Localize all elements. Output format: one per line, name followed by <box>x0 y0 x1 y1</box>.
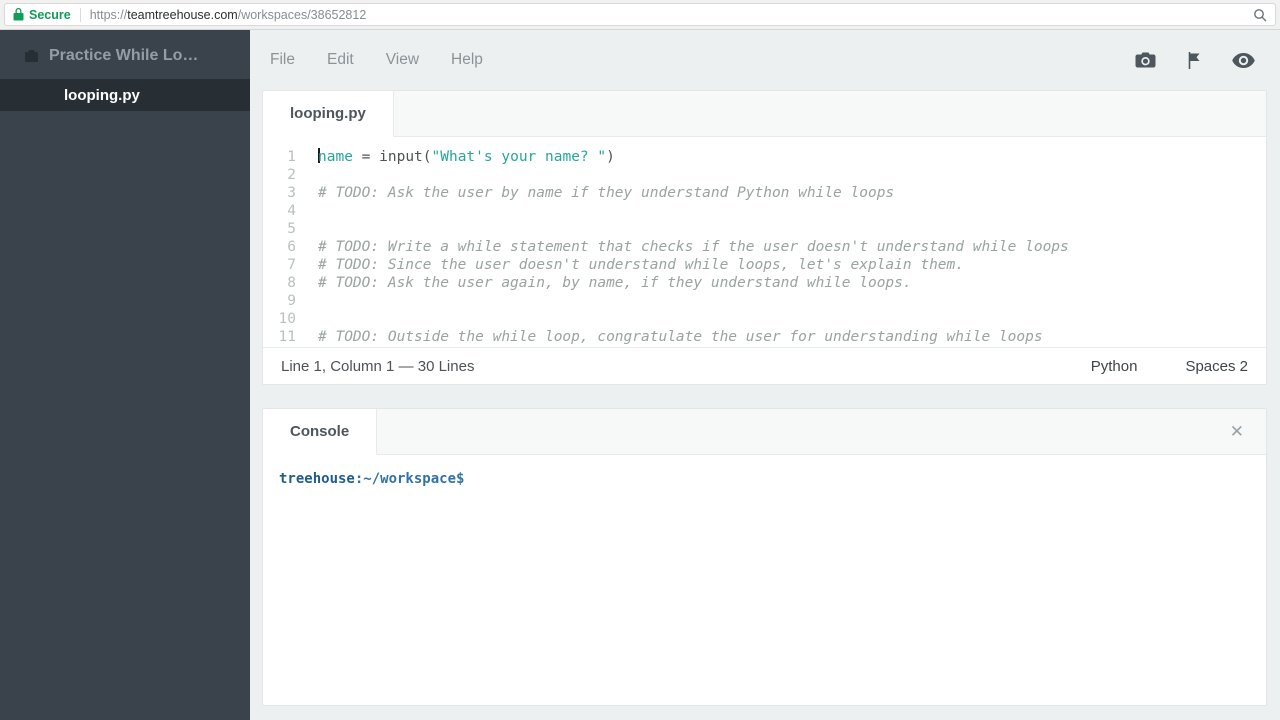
code-line-content: # TODO: Ask the user by name if they und… <box>318 185 895 201</box>
editor-tabbar: looping.py <box>263 91 1266 137</box>
terminal-prompt: treehouse:~/workspace$ <box>279 471 1250 487</box>
editor-statusbar: Line 1, Column 1 — 30 Lines Python Space… <box>263 347 1266 384</box>
code-line[interactable]: 11 # TODO: Outside the while loop, congra… <box>263 328 1266 346</box>
menu-file[interactable]: File <box>270 51 295 69</box>
code-line[interactable]: 7 # TODO: Since the user doesn't understa… <box>263 256 1266 274</box>
code-line[interactable]: 3 # TODO: Ask the user by name if they un… <box>263 184 1266 202</box>
url-scheme: https:// <box>89 7 128 22</box>
line-number: 6 <box>287 239 296 255</box>
flag-icon[interactable] <box>1186 51 1202 70</box>
indent-selector[interactable]: Spaces 2 <box>1185 358 1248 375</box>
code-line[interactable]: 6 # TODO: Write a while statement that ch… <box>263 238 1266 256</box>
project-header[interactable]: Practice While Lo… <box>0 30 250 79</box>
file-name: looping.py <box>64 86 140 104</box>
line-number: 5 <box>287 221 296 237</box>
url-path: /workspaces/38652812 <box>237 7 367 22</box>
console-panel: Console ✕ treehouse:~/workspace$ <box>262 408 1267 706</box>
console-tab-label: Console <box>290 423 350 440</box>
code-line[interactable]: 9 <box>263 292 1266 310</box>
code-line[interactable]: 2 <box>263 166 1266 184</box>
line-number: 3 <box>287 185 296 201</box>
secure-label[interactable]: Secure <box>29 8 71 22</box>
project-icon <box>24 49 39 64</box>
language-selector[interactable]: Python <box>1091 358 1138 375</box>
browser-chrome: Secure https://teamtreehouse.com/workspa… <box>0 0 1280 30</box>
tab-console[interactable]: Console <box>263 409 378 455</box>
project-name: Practice While Lo… <box>49 47 199 64</box>
editor-panel: looping.py 1 name = input("What's your na… <box>262 90 1267 385</box>
eye-icon[interactable] <box>1232 52 1255 68</box>
line-number: 10 <box>278 311 296 327</box>
url-divider <box>79 7 81 22</box>
url-text[interactable]: https://teamtreehouse.com/workspaces/386… <box>90 8 367 22</box>
menu-bar: File Edit View Help <box>250 30 1280 90</box>
line-number: 8 <box>287 275 296 291</box>
code-line[interactable]: 5 <box>263 220 1266 238</box>
toolbar-icons <box>1135 51 1255 70</box>
code-editor[interactable]: 1 name = input("What's your name? ") 2 3 # T… <box>263 137 1266 347</box>
magnifier-icon[interactable] <box>1253 8 1267 22</box>
code-line[interactable]: 4 <box>263 202 1266 220</box>
code-line[interactable]: 8 # TODO: Ask the user again, by name, if… <box>263 274 1266 292</box>
menu-help[interactable]: Help <box>451 51 483 69</box>
console-output[interactable]: treehouse:~/workspace$ <box>263 455 1266 705</box>
line-number: 2 <box>287 167 296 183</box>
camera-icon[interactable] <box>1135 51 1156 69</box>
code-line-content: # TODO: Write a while statement that che… <box>318 239 1069 255</box>
code-line-content: # TODO: Outside the while loop, congratu… <box>318 329 1043 345</box>
prompt-path: :~/workspace$ <box>354 471 465 487</box>
line-number: 9 <box>287 293 296 309</box>
sidebar-item-looping-py[interactable]: looping.py <box>0 79 250 111</box>
code-line-content: # TODO: Since the user doesn't understan… <box>318 257 965 273</box>
line-number: 1 <box>287 149 296 165</box>
prompt-user: treehouse <box>279 471 355 487</box>
menu-view[interactable]: View <box>386 51 419 69</box>
code-line-content: name = input("What's your name? ") <box>318 148 615 165</box>
line-number: 4 <box>287 203 296 219</box>
close-console-icon[interactable]: ✕ <box>1208 423 1266 440</box>
line-number: 7 <box>287 257 296 273</box>
cursor-position: Line 1, Column 1 — 30 Lines <box>281 357 475 375</box>
file-sidebar: Practice While Lo… looping.py <box>0 30 250 720</box>
menu-edit[interactable]: Edit <box>327 51 354 69</box>
code-line-content: # TODO: Ask the user again, by name, if … <box>318 275 912 291</box>
lock-icon <box>13 8 24 21</box>
line-number: 11 <box>278 329 296 345</box>
code-line[interactable]: 1 name = input("What's your name? ") <box>263 148 1266 166</box>
url-domain: teamtreehouse.com <box>127 7 238 22</box>
tab-label: looping.py <box>290 105 366 122</box>
tab-looping-py[interactable]: looping.py <box>263 91 394 137</box>
code-line[interactable]: 10 <box>263 310 1266 328</box>
url-bar[interactable]: Secure https://teamtreehouse.com/workspa… <box>4 3 1276 26</box>
console-tabbar: Console ✕ <box>263 409 1266 455</box>
